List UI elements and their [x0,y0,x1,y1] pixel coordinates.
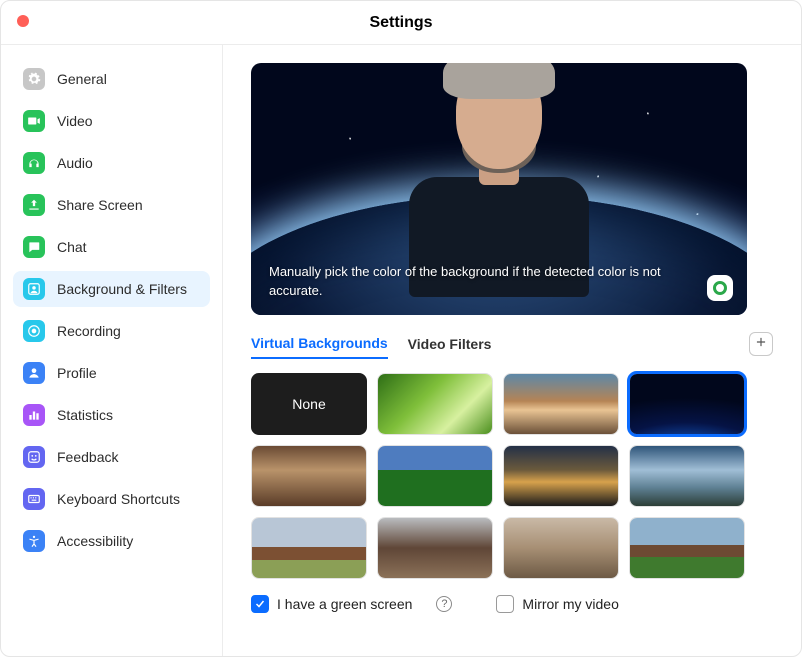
body: General Video Audio Share Screen [1,45,801,656]
sidebar-item-label: Accessibility [57,533,133,549]
bg-option-sunset[interactable] [503,445,619,507]
sidebar-item-label: General [57,71,107,87]
sidebar-item-background-filters[interactable]: Background & Filters [13,271,210,307]
sidebar-item-label: Feedback [57,449,118,465]
green-screen-checkbox[interactable]: I have a green screen [251,595,412,613]
bg-option-earth[interactable] [629,373,745,435]
video-preview: Manually pick the color of the backgroun… [251,63,747,315]
headphones-icon [23,152,45,174]
tab-virtual-backgrounds[interactable]: Virtual Backgrounds [251,329,388,359]
window-title: Settings [369,14,432,32]
none-label: None [292,396,325,412]
bg-option-lake[interactable] [629,445,745,507]
record-icon [23,320,45,342]
add-background-button[interactable] [749,332,773,356]
tabs: Virtual Backgrounds Video Filters [251,329,773,359]
sidebar: General Video Audio Share Screen [1,45,223,656]
sidebar-item-label: Audio [57,155,93,171]
bg-option-grass[interactable] [377,373,493,435]
sidebar-item-feedback[interactable]: Feedback [13,439,210,475]
person-box-icon [23,278,45,300]
sidebar-item-profile[interactable]: Profile [13,355,210,391]
sidebar-item-audio[interactable]: Audio [13,145,210,181]
help-icon[interactable]: ? [436,596,452,612]
share-screen-icon [23,194,45,216]
traffic-lights [17,15,29,27]
bg-option-street[interactable] [503,517,619,579]
bg-option-cafe[interactable] [377,517,493,579]
close-window-button[interactable] [17,15,29,27]
color-swatch-icon [713,281,727,295]
background-grid: None [251,373,773,579]
gear-icon [23,68,45,90]
sidebar-item-label: Statistics [57,407,113,423]
options-row: I have a green screen ? Mirror my video [251,595,773,613]
sidebar-item-general[interactable]: General [13,61,210,97]
bg-option-bar[interactable] [251,445,367,507]
sidebar-item-accessibility[interactable]: Accessibility [13,523,210,559]
sidebar-item-chat[interactable]: Chat [13,229,210,265]
main-panel: Manually pick the color of the backgroun… [223,45,801,656]
bg-option-golden-gate[interactable] [503,373,619,435]
bg-option-campus-tower[interactable] [251,517,367,579]
sidebar-item-video[interactable]: Video [13,103,210,139]
smile-icon [23,446,45,468]
settings-window: Settings General Video Audio [0,0,802,657]
preview-hint-text: Manually pick the color of the backgroun… [269,263,677,301]
sidebar-item-label: Keyboard Shortcuts [57,491,180,507]
bg-option-rainbow[interactable] [377,445,493,507]
video-icon [23,110,45,132]
mirror-label: Mirror my video [522,596,618,612]
accessibility-icon [23,530,45,552]
plus-icon [754,335,768,354]
checkbox-checked-icon [251,595,269,613]
bg-option-campus-lawn[interactable] [629,517,745,579]
green-screen-label: I have a green screen [277,596,412,612]
mirror-video-checkbox[interactable]: Mirror my video [496,595,618,613]
checkbox-unchecked-icon [496,595,514,613]
tab-video-filters[interactable]: Video Filters [408,330,492,358]
color-picker-button[interactable] [707,275,733,301]
profile-icon [23,362,45,384]
sidebar-item-keyboard-shortcuts[interactable]: Keyboard Shortcuts [13,481,210,517]
keyboard-icon [23,488,45,510]
titlebar: Settings [1,1,801,45]
sidebar-item-label: Chat [57,239,87,255]
sidebar-item-statistics[interactable]: Statistics [13,397,210,433]
sidebar-item-recording[interactable]: Recording [13,313,210,349]
sidebar-item-label: Share Screen [57,197,143,213]
sidebar-item-share-screen[interactable]: Share Screen [13,187,210,223]
sidebar-item-label: Background & Filters [57,281,187,297]
sidebar-item-label: Profile [57,365,97,381]
sidebar-item-label: Video [57,113,93,129]
chat-icon [23,236,45,258]
sidebar-item-label: Recording [57,323,121,339]
stats-icon [23,404,45,426]
bg-option-none[interactable]: None [251,373,367,435]
